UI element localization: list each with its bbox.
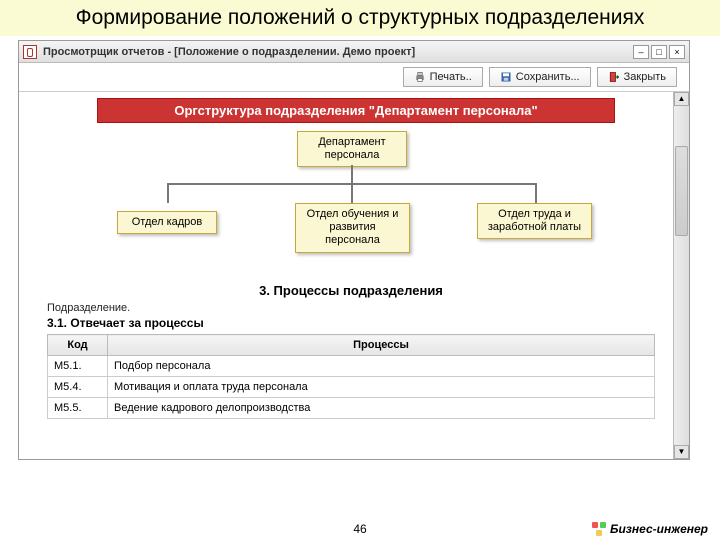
cell-process: Мотивация и оплата труда персонала (108, 377, 655, 398)
scroll-up-arrow-icon[interactable]: ▲ (674, 92, 689, 106)
cell-code: M5.5. (48, 398, 108, 419)
close-label: Закрыть (624, 71, 666, 83)
org-node-root: Департамент персонала (297, 131, 407, 167)
close-window-button[interactable]: × (669, 45, 685, 59)
cell-code: M5.1. (48, 356, 108, 377)
brand-label: Бизнес-инженер (592, 522, 708, 536)
save-label: Сохранить... (516, 71, 580, 83)
report-viewer-window: Просмотрщик отчетов - [Положение о подра… (18, 40, 690, 460)
brand-text: Бизнес-инженер (610, 522, 708, 536)
processes-table: Код Процессы M5.1. Подбор персонала M5.4… (47, 334, 655, 419)
org-node-child: Отдел труда и заработной платы (477, 203, 592, 239)
page-number: 46 (353, 522, 366, 536)
org-structure-banner: Оргструктура подразделения "Департамент … (97, 98, 615, 123)
section-heading: 3. Процессы подразделения (47, 283, 655, 298)
cell-process: Ведение кадрового делопроизводства (108, 398, 655, 419)
minimize-button[interactable]: – (633, 45, 649, 59)
table-row: M5.4. Мотивация и оплата труда персонала (48, 377, 655, 398)
door-exit-icon (608, 71, 620, 83)
slide-footer: 46 Бизнес-инженер (0, 522, 720, 536)
org-node-child: Отдел кадров (117, 211, 217, 234)
subsection-heading: 3.1. Отвечает за процессы (47, 316, 655, 330)
report-content: Оргструктура подразделения "Департамент … (19, 92, 673, 459)
brand-icon (592, 522, 606, 536)
report-area: Оргструктура подразделения "Департамент … (19, 92, 689, 459)
print-button[interactable]: Печать.. (403, 67, 483, 87)
scroll-thumb[interactable] (675, 146, 688, 236)
col-header-code: Код (48, 335, 108, 356)
printer-icon (414, 71, 426, 83)
col-header-process: Процессы (108, 335, 655, 356)
slide-title: Формирование положений о структурных под… (0, 0, 720, 36)
window-title: Просмотрщик отчетов - [Положение о подра… (43, 46, 631, 58)
table-row: M5.5. Ведение кадрового делопроизводства (48, 398, 655, 419)
print-label: Печать.. (430, 71, 472, 83)
org-chart: Департамент персонала Отдел кадров Отдел… (97, 131, 635, 281)
close-button[interactable]: Закрыть (597, 67, 677, 87)
toolbar: Печать.. Сохранить... Закрыть (19, 63, 689, 92)
titlebar: Просмотрщик отчетов - [Положение о подра… (19, 41, 689, 63)
table-row: M5.1. Подбор персонала (48, 356, 655, 377)
save-icon (500, 71, 512, 83)
vertical-scrollbar[interactable]: ▲ ▼ (673, 92, 689, 459)
cell-code: M5.4. (48, 377, 108, 398)
scroll-track[interactable] (674, 106, 689, 445)
cell-process: Подбор персонала (108, 356, 655, 377)
department-label: Подразделение. (47, 302, 655, 314)
maximize-button[interactable]: □ (651, 45, 667, 59)
org-node-child: Отдел обучения и развития персонала (295, 203, 410, 253)
scroll-down-arrow-icon[interactable]: ▼ (674, 445, 689, 459)
app-icon (23, 45, 37, 59)
save-button[interactable]: Сохранить... (489, 67, 591, 87)
